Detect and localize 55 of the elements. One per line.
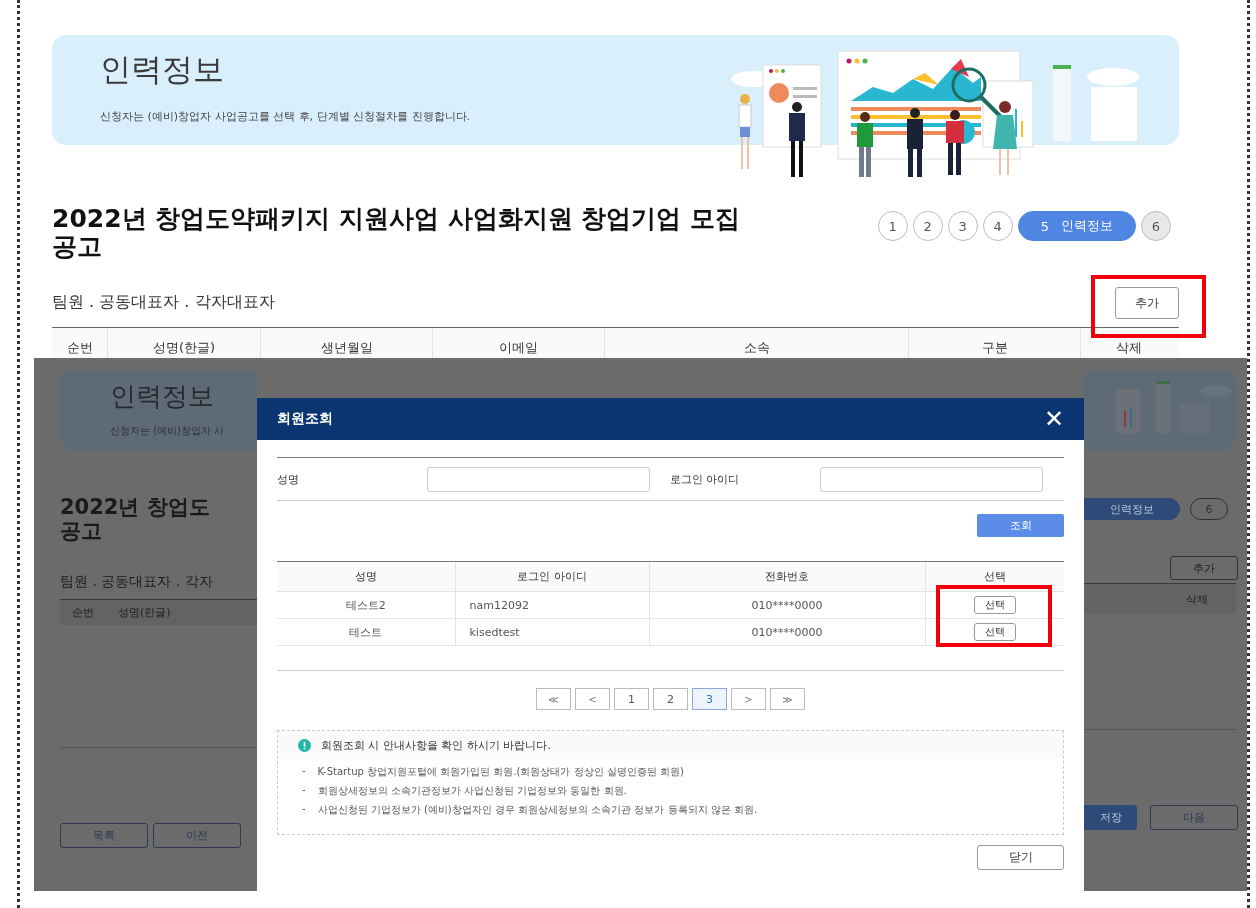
banner-title: 인력정보 — [100, 50, 225, 89]
column-header: 로그인 아이디 — [455, 561, 649, 592]
page-button[interactable]: 2 — [653, 688, 688, 710]
step-indicator: 인력정보 — [1084, 498, 1180, 520]
banner-subtitle: 신청자는 (예비)창업자 사업공고를 선택 후, 단계별 신청절차를 진행합니다. — [100, 109, 472, 124]
announcement-title: 2022년 창업도약패키지 지원사업 사업화지원 창업기업 모집 공고 — [52, 205, 742, 261]
bullet-dash: - — [302, 803, 306, 816]
column-header: 전화번호 — [649, 561, 925, 592]
table-cell: nam12092 — [455, 591, 649, 619]
section-label: 팀원 . 공동대표자 . 각자대표자 — [52, 292, 275, 313]
close-dialog-button[interactable]: 닫기 — [977, 845, 1064, 870]
table-cell: 010****0000 — [649, 591, 925, 619]
save-button[interactable]: 저장 — [1084, 805, 1137, 830]
table-cell: 테스트2 — [277, 591, 455, 619]
banner-title: 인력정보 — [110, 380, 215, 413]
search-button[interactable]: 조회 — [977, 514, 1064, 537]
announcement-title: 2022년 창업도 공고 — [60, 495, 211, 543]
page-button[interactable]: 3 — [692, 688, 727, 710]
input-field[interactable] — [427, 466, 650, 492]
notice-text: 회원상세정보의 소속기관정보가 사업신청된 기업정보와 동일한 회원. — [317, 784, 627, 798]
column-header: 성명(한글) — [117, 605, 172, 620]
section-label: 팀원 . 공동대표자 . 각자 — [60, 573, 214, 591]
notice-text: 사업신청된 기업정보가 (예비)창업자인 경우 회원상세정보의 소속기관 정보가 등록되지 않은 회원. — [317, 803, 758, 817]
table-cell: kisedtest — [455, 618, 649, 646]
step-indicator: 4 — [982, 211, 1013, 241]
select-button[interactable]: 선택 — [973, 596, 1016, 614]
column-header: 순번 — [71, 605, 95, 620]
select-button[interactable]: 선택 — [973, 623, 1016, 641]
pager-arrow-button[interactable]: < — [575, 688, 610, 710]
table-cell: 테스트 — [277, 618, 455, 646]
step-indicator: 6 — [1141, 211, 1171, 241]
field-label: 성명 — [277, 471, 300, 487]
table-cell: 010****0000 — [649, 618, 925, 646]
column-header: 성명 — [277, 561, 455, 592]
info-icon — [298, 738, 311, 752]
bullet-dash: - — [302, 765, 306, 778]
step-indicator: 1 — [877, 211, 908, 241]
column-header: 순번 — [65, 339, 94, 357]
step-indicator: 3 — [947, 211, 978, 241]
notice-text: K-Startup 창업지원포털에 회원가입된 회원.(회원상태가 정상인 실명인증된 회원) — [317, 765, 684, 779]
pager-arrow-button[interactable]: ≪ — [536, 688, 571, 710]
column-header: 삭제 — [1186, 591, 1208, 607]
close-button[interactable]: ✕ — [1043, 407, 1064, 431]
pager-arrow-button[interactable]: ≫ — [770, 688, 805, 710]
step-indicator: 2 — [912, 211, 943, 241]
step-indicator: 5 인력정보 — [1017, 211, 1136, 241]
field-label: 로그인 아이디 — [670, 471, 741, 487]
input-field[interactable] — [820, 466, 1043, 492]
pager-arrow-button[interactable]: > — [731, 688, 766, 710]
add-button[interactable]: 추가 — [1170, 556, 1238, 580]
dialog-title: 회원조회 — [277, 410, 333, 428]
add-button[interactable]: 추가 — [1115, 287, 1179, 319]
bullet-dash: - — [302, 784, 306, 797]
notice-title: 회원조회 시 안내사항을 확인 하시기 바랍니다. — [321, 737, 551, 753]
page-button[interactable]: 1 — [614, 688, 649, 710]
